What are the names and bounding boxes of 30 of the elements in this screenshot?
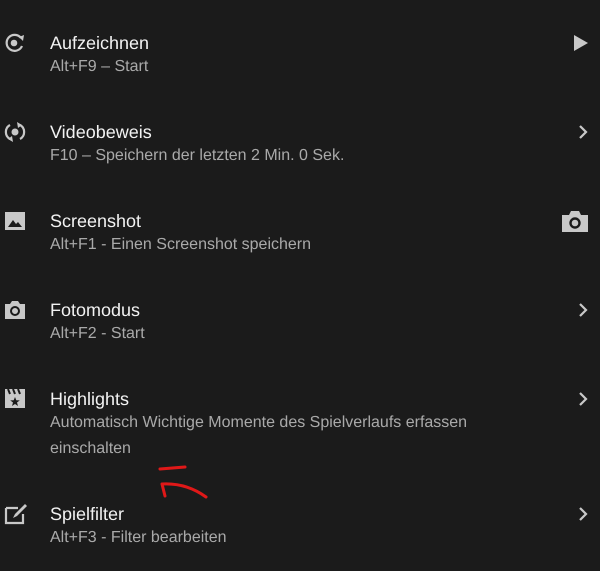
item-shortcut: Alt+F9 – Start — [50, 57, 148, 77]
item-title: Spielfilter — [50, 503, 126, 525]
item-title: Screenshot — [50, 210, 142, 232]
menu-item[interactable]: Spielfilter Alt+F3 - Filter bearbeiten — [0, 471, 600, 560]
record-icon — [4, 32, 26, 54]
play-icon[interactable] — [574, 35, 588, 51]
menu-item[interactable]: Videobeweis F10 – Speichern der letzten 2 Min. 0 Sek. — [0, 89, 600, 178]
image-icon — [4, 210, 26, 232]
chevron-right-icon[interactable] — [578, 124, 588, 140]
item-shortcut: Automatisch Wichtige Momente des Spielverlaufs erfassen einschalten — [50, 413, 468, 459]
camera-icon[interactable] — [562, 210, 588, 232]
replay-icon — [4, 121, 26, 143]
chevron-right-icon[interactable] — [578, 302, 588, 318]
camera-icon — [4, 299, 26, 321]
brush-icon — [4, 503, 28, 525]
item-shortcut: Alt+F2 - Start — [50, 324, 145, 344]
clapper-icon — [4, 388, 26, 410]
chevron-right-icon[interactable] — [578, 506, 588, 522]
item-shortcut: Alt+F3 - Filter bearbeiten — [50, 528, 227, 548]
item-title: Aufzeichnen — [50, 32, 150, 54]
menu-item[interactable]: Fotomodus Alt+F2 - Start — [0, 267, 600, 356]
chevron-right-icon[interactable] — [578, 391, 588, 407]
menu-item[interactable]: Highlights Automatisch Wichtige Momente des Spielverlaufs erfassen einschalten — [0, 356, 600, 471]
menu-item[interactable]: Aufzeichnen Alt+F9 – Start — [0, 0, 600, 89]
item-title: Videobeweis — [50, 121, 153, 143]
item-title: Highlights — [50, 388, 130, 410]
item-shortcut: F10 – Speichern der letzten 2 Min. 0 Sek. — [50, 146, 344, 166]
item-title: Fotomodus — [50, 299, 142, 321]
item-shortcut: Alt+F1 - Einen Screenshot speichern — [50, 235, 312, 255]
menu-item[interactable]: Screenshot Alt+F1 - Einen Screenshot speichern — [0, 178, 600, 267]
